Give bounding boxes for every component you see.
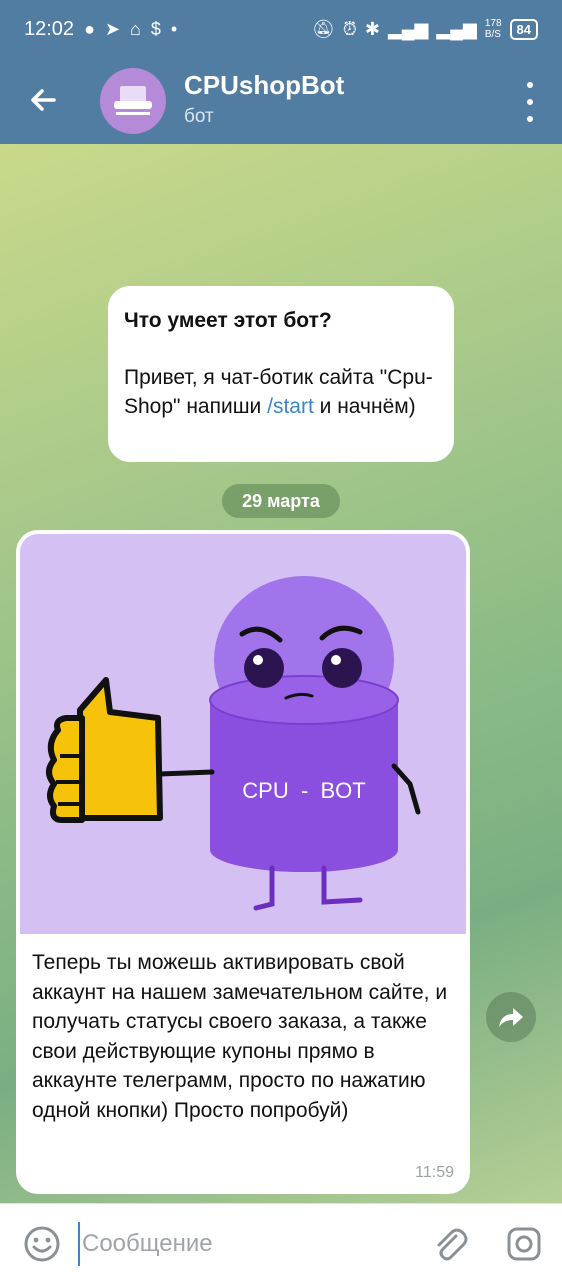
bot-info-text: Привет, я чат-ботик сайта "Cpu-Shop" нап…	[124, 366, 433, 418]
date-separator: 29 марта	[222, 484, 340, 518]
message-input-bar: Сообщение	[0, 1203, 562, 1281]
chat-bubble-icon: ●	[84, 19, 95, 39]
chat-area[interactable]: Что умеет этот бот? Привет, я чат-ботик …	[0, 144, 562, 1203]
bot-info-heading: Что умеет этот бот?	[124, 309, 332, 332]
paperclip-icon	[437, 1228, 468, 1261]
cpushop-logo-icon	[114, 86, 152, 115]
attach-button[interactable]	[430, 1224, 470, 1264]
chat-title[interactable]: CPUshopBot	[184, 70, 344, 101]
signal-2-icon: ▂▄▆	[436, 19, 477, 39]
battery-indicator: 84	[509, 18, 538, 40]
arrow-left-icon	[31, 89, 56, 111]
forward-icon	[499, 1008, 523, 1027]
net-speed: 178 B/S	[484, 18, 502, 40]
bluetooth-icon: ✱	[364, 19, 380, 39]
camera-button[interactable]	[504, 1224, 544, 1264]
telegram-icon: ➤	[104, 19, 121, 39]
message-image[interactable]: CPU - BOT	[20, 534, 466, 934]
bot-info-bubble: Что умеет этот бот? Привет, я чат-ботик …	[108, 286, 454, 462]
back-button[interactable]	[24, 80, 64, 120]
camera-icon	[507, 1227, 541, 1261]
alarm-icon: ⏰︎	[342, 19, 357, 39]
mascot-label: CPU - BOT	[242, 778, 365, 803]
message-text: Теперь ты можешь активировать свой аккау…	[32, 951, 448, 1122]
start-command-link[interactable]: /start	[267, 395, 314, 418]
chat-header: CPUshopBot бот	[0, 58, 562, 144]
signal-icon: ▂▄▆	[387, 19, 429, 39]
cpu-bot-mascot-icon: CPU - BOT	[46, 576, 421, 911]
mute-icon: 🔕︎	[311, 19, 335, 39]
avatar[interactable]	[100, 68, 166, 134]
status-bar: 12:02 ● ➤ ⌂ $ • 🔕︎ ⏰︎ ✱ ▂▄▆ ▂▄▆ 178 B/S …	[0, 0, 562, 58]
message-input[interactable]: Сообщение	[78, 1222, 412, 1266]
smiley-icon	[24, 1226, 60, 1262]
clock: 12:02	[24, 17, 75, 40]
message-time: 11:59	[415, 1164, 454, 1181]
emoji-button[interactable]	[22, 1224, 62, 1264]
chat-subtitle: бот	[184, 106, 214, 127]
message-bubble[interactable]: CPU - BOT Теперь ты можешь активировать …	[16, 530, 470, 1194]
more-vert-icon[interactable]	[518, 82, 542, 122]
dollar-icon: $	[150, 19, 161, 39]
share-button[interactable]	[486, 992, 536, 1042]
dot-icon: •	[170, 19, 178, 39]
bank-icon: ⌂	[130, 19, 141, 39]
